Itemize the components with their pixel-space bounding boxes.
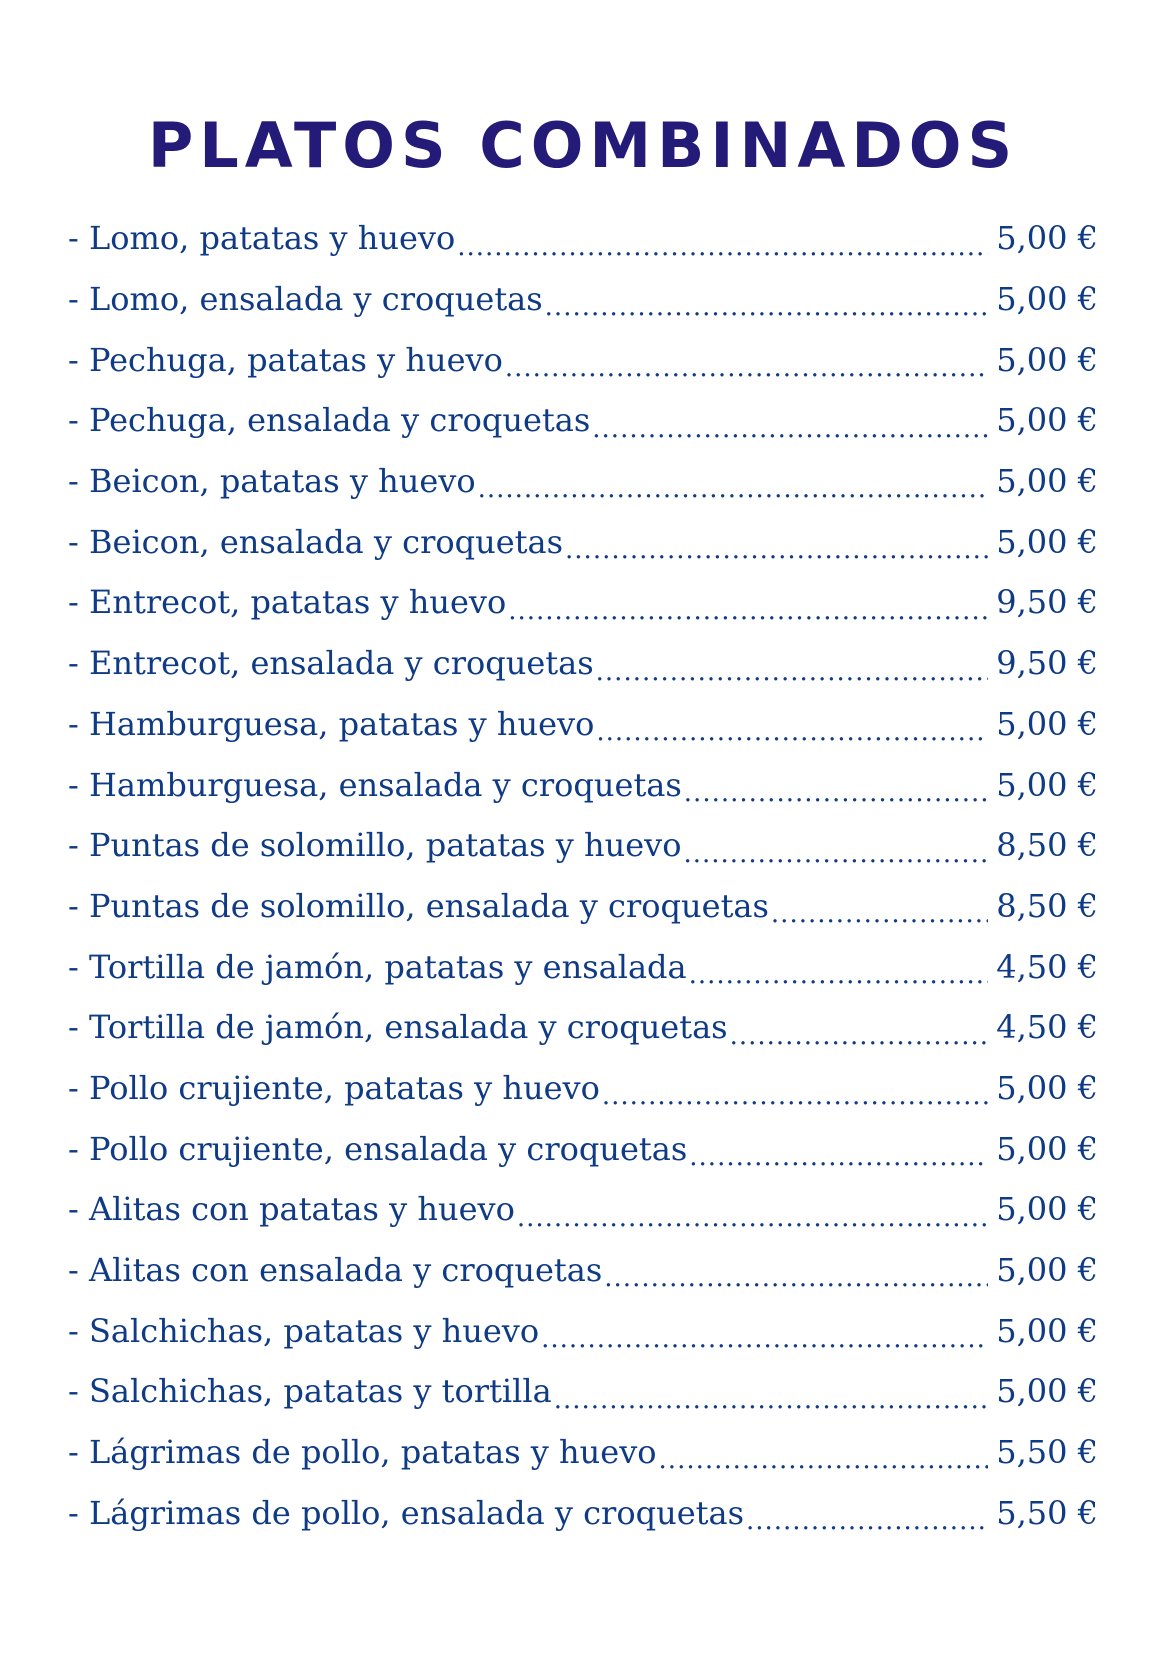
dot-leader: ........................................… [595, 661, 988, 687]
dot-leader: ........................................… [457, 236, 988, 262]
menu-item-price: 5,00 € [996, 340, 1098, 379]
menu-item-price: 5,50 € [996, 1433, 1098, 1472]
menu-item-price: 4,50 € [996, 947, 1098, 986]
dot-leader: ........................................… [770, 904, 988, 930]
menu-item-price: 5,00 € [996, 462, 1098, 501]
menu-item: - Beicon, ensalada y croquetas..........… [68, 511, 1098, 572]
menu-item: - Hamburguesa, ensalada y croquetas.....… [68, 754, 1098, 815]
dot-leader: ........................................… [592, 418, 988, 444]
menu-item: - Pollo crujiente, ensalada y croquetas.… [68, 1118, 1098, 1179]
menu-item-price: 5,00 € [996, 704, 1098, 743]
menu-item-name: - Entrecot, patatas y huevo [68, 583, 507, 622]
page-title: PLATOS COMBINADOS [147, 109, 1019, 182]
menu-item-name: - Lomo, ensalada y croquetas [68, 280, 543, 319]
menu-item-name: - Alitas con ensalada y croquetas [68, 1251, 603, 1290]
menu-item-name: - Pechuga, patatas y huevo [68, 340, 503, 379]
menu-item: - Beicon, patatas y huevo...............… [68, 451, 1098, 512]
menu-item: - Lomo, patatas y huevo.................… [68, 208, 1098, 269]
menu-item-name: - Tortilla de jamón, ensalada y croqueta… [68, 1008, 728, 1047]
dot-leader: ........................................… [516, 1207, 988, 1233]
menu-item: - Entrecot, ensalada y croquetas........… [68, 633, 1098, 694]
menu-item-name: - Salchichas, patatas y tortilla [68, 1372, 552, 1411]
menu-item: - Pechuga, ensalada y croquetas.........… [68, 390, 1098, 451]
menu-item-name: - Entrecot, ensalada y croquetas [68, 644, 594, 683]
menu-item-price: 5,00 € [996, 1190, 1098, 1229]
menu-item-name: - Lomo, patatas y huevo [68, 219, 456, 258]
menu-item-price: 5,00 € [996, 1372, 1098, 1411]
menu-item-price: 5,00 € [996, 280, 1098, 319]
menu-item-price: 8,50 € [996, 886, 1098, 925]
dot-leader: ........................................… [601, 1086, 988, 1112]
dot-leader: ........................................… [745, 1511, 988, 1537]
menu-item-name: - Lágrimas de pollo, patatas y huevo [68, 1433, 657, 1472]
menu-item-price: 5,50 € [996, 1493, 1098, 1532]
menu-item-name: - Pollo crujiente, patatas y huevo [68, 1068, 600, 1107]
menu-item-price: 5,00 € [996, 219, 1098, 258]
dot-leader: ........................................… [729, 1025, 988, 1051]
menu-item-name: - Alitas con patatas y huevo [68, 1190, 515, 1229]
menu-item: - Pollo crujiente, patatas y huevo......… [68, 1058, 1098, 1119]
menu-item-price: 9,50 € [996, 644, 1098, 683]
menu-item-name: - Lágrimas de pollo, ensalada y croqueta… [68, 1493, 744, 1532]
menu-item-name: - Tortilla de jamón, patatas y ensalada [68, 947, 687, 986]
menu-item: - Lomo, ensalada y croquetas............… [68, 269, 1098, 330]
menu-list: - Lomo, patatas y huevo.................… [68, 208, 1098, 1543]
menu-item: - Lágrimas de pollo, patatas y huevo....… [68, 1422, 1098, 1483]
menu-item: - Hamburguesa, patatas y huevo..........… [68, 694, 1098, 755]
menu-item-name: - Beicon, ensalada y croquetas [68, 522, 564, 561]
dot-leader: ........................................… [541, 1329, 988, 1355]
menu-item-name: - Pechuga, ensalada y croquetas [68, 401, 591, 440]
menu-item-price: 5,00 € [996, 401, 1098, 440]
menu-item-price: 5,00 € [996, 1311, 1098, 1350]
dot-leader: ........................................… [508, 600, 988, 626]
menu-item-name: - Puntas de solomillo, ensalada y croque… [68, 886, 769, 925]
menu-item-name: - Salchichas, patatas y huevo [68, 1311, 540, 1350]
menu-item: - Salchichas, patatas y huevo...........… [68, 1300, 1098, 1361]
menu-item-name: - Beicon, patatas y huevo [68, 462, 476, 501]
menu-item-name: - Hamburguesa, ensalada y croquetas [68, 765, 682, 804]
dot-leader: ........................................… [683, 843, 988, 869]
menu-item: - Alitas con patatas y huevo............… [68, 1179, 1098, 1240]
menu-item-price: 5,00 € [996, 522, 1098, 561]
dot-leader: ........................................… [604, 1268, 988, 1294]
dot-leader: ........................................… [689, 1147, 988, 1172]
menu-item-name: - Hamburguesa, patatas y huevo [68, 704, 595, 743]
menu-item-price: 5,00 € [996, 765, 1098, 804]
menu-item: - Puntas de solomillo, ensalada y croque… [68, 876, 1098, 937]
menu-item-price: 8,50 € [996, 826, 1098, 865]
menu-item-price: 9,50 € [996, 583, 1098, 622]
dot-leader: ........................................… [688, 964, 988, 990]
menu-item-name: - Puntas de solomillo, patatas y huevo [68, 826, 682, 865]
dot-leader: ........................................… [596, 722, 988, 748]
menu-item: - Tortilla de jamón, ensalada y croqueta… [68, 997, 1098, 1058]
menu-item: - Tortilla de jamón, patatas y ensalada.… [68, 936, 1098, 997]
menu-item-price: 5,00 € [996, 1129, 1098, 1168]
menu-item-name: - Pollo crujiente, ensalada y croquetas [68, 1129, 688, 1168]
dot-leader: ........................................… [544, 297, 988, 323]
dot-leader: ........................................… [477, 479, 988, 505]
dot-leader: ........................................… [565, 540, 988, 566]
dot-leader: ........................................… [683, 782, 988, 808]
menu-item-price: 5,00 € [996, 1068, 1098, 1107]
dot-leader: ........................................… [553, 1389, 988, 1415]
menu-item: - Lágrimas de pollo, ensalada y croqueta… [68, 1482, 1098, 1543]
menu-item: - Salchichas, patatas y tortilla........… [68, 1361, 1098, 1422]
dot-leader: ........................................… [504, 358, 988, 384]
dot-leader: ........................................… [658, 1450, 988, 1476]
menu-item: - Entrecot, patatas y huevo.............… [68, 572, 1098, 633]
menu-item: - Puntas de solomillo, patatas y huevo..… [68, 815, 1098, 876]
menu-item: - Alitas con ensalada y croquetas.......… [68, 1240, 1098, 1301]
menu-item: - Pechuga, patatas y huevo..............… [68, 329, 1098, 390]
menu-item-price: 5,00 € [996, 1251, 1098, 1290]
menu-item-price: 4,50 € [996, 1008, 1098, 1047]
